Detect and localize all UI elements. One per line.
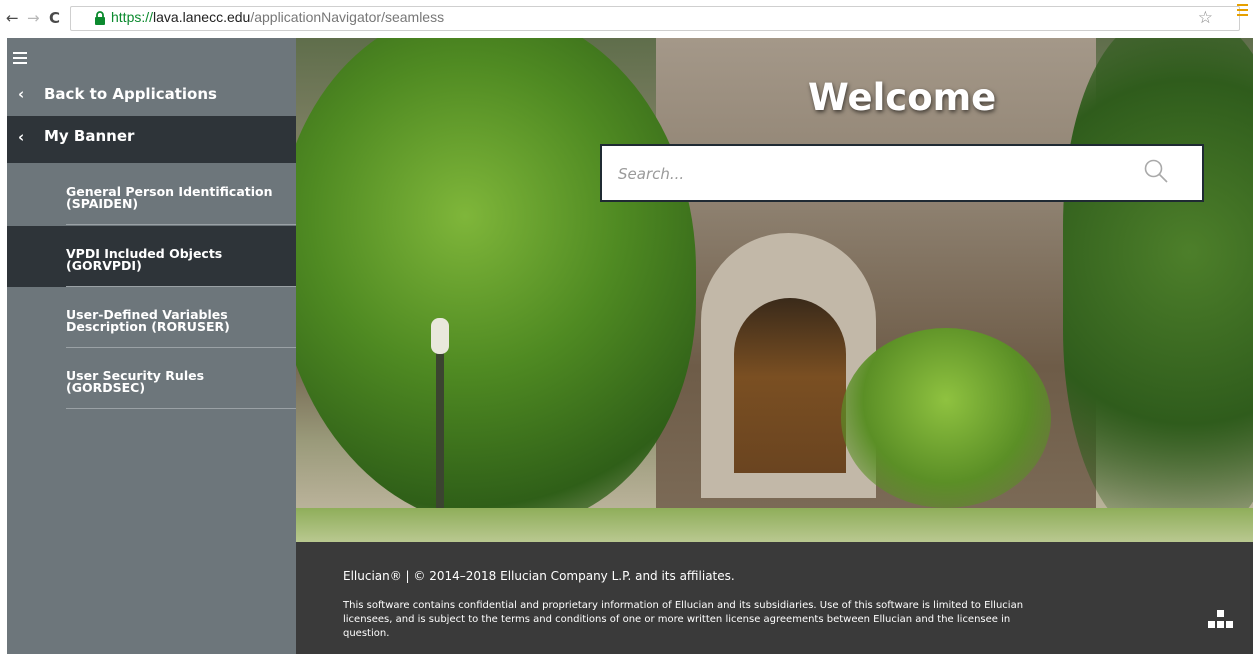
url-scheme: https://: [111, 9, 154, 25]
sidebar-item-gorvpdi[interactable]: VPDI Included Objects (GORVPDI): [7, 226, 296, 287]
background-door: [734, 298, 846, 473]
chevron-left-icon: ‹: [18, 85, 25, 103]
legal-notice: This software contains confidential and …: [343, 600, 1024, 639]
browser-toolbar: ← → C https://lava.lanecc.edu/applicatio…: [0, 0, 1253, 38]
sidebar-item-label: VPDI Included Objects (GORVPDI): [66, 246, 223, 273]
welcome-hero: Welcome: [296, 38, 1253, 542]
back-to-applications-label: Back to Applications: [44, 85, 217, 103]
url-path: /applicationNavigator/seamless: [250, 9, 445, 25]
url-host: lava.lanecc.edu: [153, 9, 251, 25]
search-box[interactable]: [600, 144, 1204, 202]
background-bush: [841, 328, 1051, 508]
search-input[interactable]: [618, 160, 1118, 188]
copyright-text: Ellucian® | © 2014–2018 Ellucian Company…: [343, 569, 735, 583]
my-banner-label: My Banner: [44, 127, 135, 145]
background-lamp-globe: [431, 318, 449, 354]
hamburger-icon[interactable]: [13, 52, 27, 67]
background-tree: [296, 38, 696, 528]
url-text[interactable]: https://lava.lanecc.edu/applicationNavig…: [111, 9, 444, 25]
chevron-left-icon: ‹: [18, 128, 25, 146]
search-icon[interactable]: [1143, 158, 1169, 184]
sidebar-item-spaiden[interactable]: General Person Identification (SPAIDEN): [7, 164, 296, 225]
my-banner-link[interactable]: ‹ My Banner: [7, 116, 296, 163]
back-to-applications-link[interactable]: ‹ Back to Applications: [7, 76, 296, 114]
browser-menu-icon[interactable]: [1237, 4, 1248, 18]
background-lawn: [296, 508, 1253, 542]
reload-icon[interactable]: C: [49, 10, 60, 26]
star-icon[interactable]: ☆: [1198, 8, 1213, 28]
sidebar: ‹ Back to Applications ‹ My Banner Gener…: [7, 38, 296, 654]
ellucian-logo-icon[interactable]: [1208, 610, 1234, 632]
sidebar-item-label: General Person Identification (SPAIDEN): [66, 184, 273, 211]
divider: [66, 224, 296, 225]
footer: Ellucian® | © 2014–2018 Ellucian Company…: [296, 542, 1253, 654]
sidebar-item-label: User Security Rules (GORDSEC): [66, 368, 205, 395]
divider: [66, 408, 296, 409]
background-lamp-post: [436, 323, 444, 538]
back-arrow-icon[interactable]: ←: [6, 10, 19, 26]
background-tree: [1063, 38, 1253, 538]
sidebar-item-gordsec[interactable]: User Security Rules (GORDSEC): [7, 348, 296, 409]
lock-icon: [95, 11, 105, 25]
forward-arrow-icon[interactable]: →: [27, 10, 40, 26]
address-bar[interactable]: https://lava.lanecc.edu/applicationNavig…: [70, 6, 1240, 31]
sidebar-item-roruser[interactable]: User-Defined Variables Description (RORU…: [7, 287, 296, 348]
page-title: Welcome: [808, 76, 997, 119]
sidebar-item-label: User-Defined Variables Description (RORU…: [66, 307, 230, 334]
